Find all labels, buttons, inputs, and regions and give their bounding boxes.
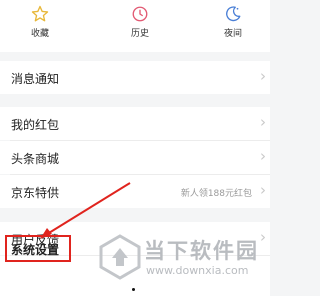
watermark-url: www.downxia.com (146, 264, 249, 277)
cursor-dot (132, 288, 135, 291)
watermark: 当下软件园 www.downxia.com (98, 232, 270, 296)
watermark-logo (99, 234, 141, 280)
watermark-title: 当下软件园 (144, 239, 259, 263)
